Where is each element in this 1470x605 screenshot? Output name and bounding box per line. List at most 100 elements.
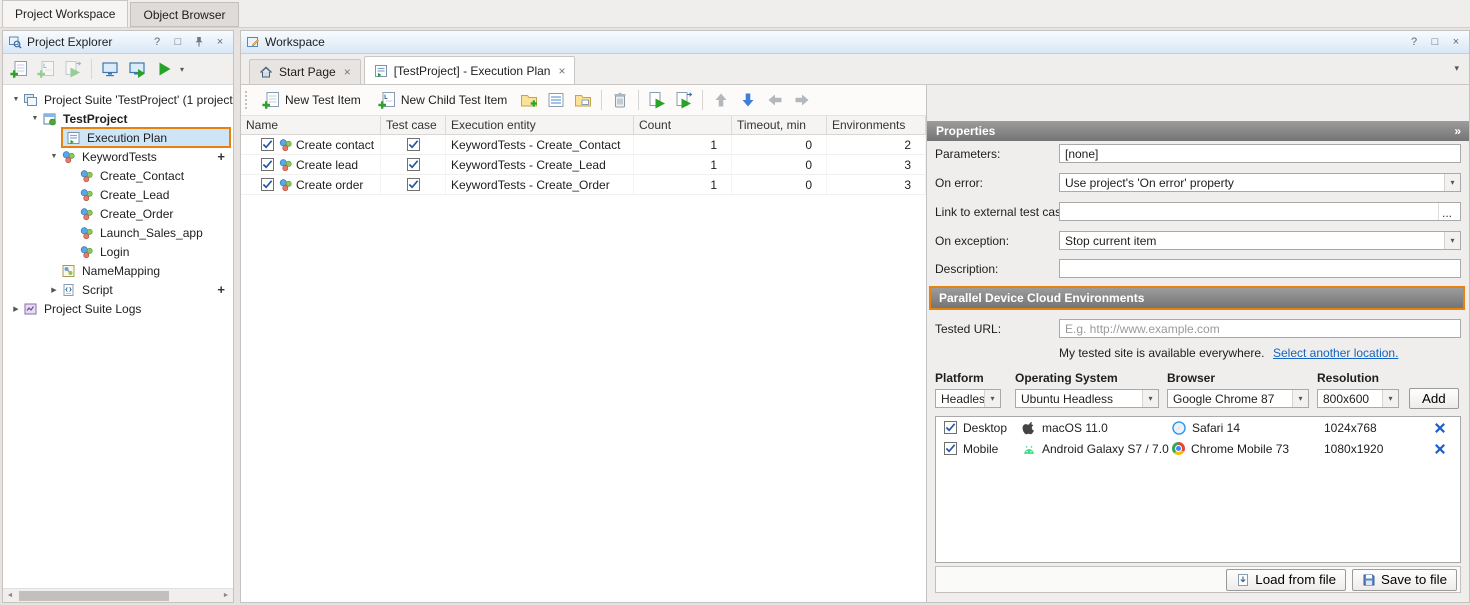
test-item-row[interactable]: Create lead KeywordTests - Create_Lead 1…	[241, 155, 926, 175]
select-location-link[interactable]: Select another location.	[1273, 346, 1398, 360]
enabled-checkbox[interactable]	[261, 178, 274, 191]
close-tab-icon[interactable]: ×	[344, 65, 351, 79]
tree-item-launch-sales-app[interactable]: Launch_Sales_app	[3, 223, 233, 242]
add-existing-item-icon[interactable]	[35, 58, 57, 80]
run-project-icon[interactable]	[153, 58, 175, 80]
run-project-suite-icon[interactable]	[126, 58, 148, 80]
test-item-row[interactable]: Create contact KeywordTests - Create_Con…	[241, 135, 926, 155]
on-error-dropdown[interactable]: Use project's 'On error' property ▾	[1059, 173, 1461, 192]
environment-row[interactable]: Desktop macOS 11.0 Safari 14 1024x768	[936, 417, 1460, 438]
column-header-timeout[interactable]: Timeout, min	[732, 116, 827, 134]
tree-item-execution-plan[interactable]: Execution Plan	[3, 128, 233, 147]
add-keyword-test-button[interactable]: +	[217, 150, 225, 163]
browser-dropdown[interactable]: Google Chrome 87 ▾	[1167, 389, 1309, 408]
chevron-down-icon[interactable]: ▾	[1142, 390, 1158, 407]
tree-item-testproject[interactable]: ▼ TestProject	[3, 109, 233, 128]
horizontal-scrollbar[interactable]: ◄ ►	[3, 588, 233, 602]
column-header-test-case[interactable]: Test case	[381, 116, 446, 134]
os-dropdown[interactable]: Ubuntu Headless ▾	[1015, 389, 1159, 408]
tree-item-script[interactable]: ▶ Script +	[3, 280, 233, 299]
run-from-selected-icon[interactable]	[673, 89, 695, 111]
tab-project-workspace[interactable]: Project Workspace	[2, 0, 128, 27]
column-header-count[interactable]: Count	[634, 116, 732, 134]
tested-url-input[interactable]	[1059, 319, 1461, 338]
test-case-checkbox[interactable]	[407, 158, 420, 171]
add-new-item-icon[interactable]	[8, 58, 30, 80]
description-field[interactable]	[1059, 259, 1461, 278]
help-icon[interactable]: ?	[1406, 34, 1422, 50]
tree-item-create-contact[interactable]: Create_Contact	[3, 166, 233, 185]
tab-object-browser[interactable]: Object Browser	[130, 2, 238, 27]
environments-cell[interactable]: 3	[827, 175, 926, 194]
add-script-unit-button[interactable]: +	[217, 283, 225, 296]
tree-item-create-lead[interactable]: Create_Lead	[3, 185, 233, 204]
tree-item-project-suite[interactable]: ▼ Project Suite 'TestProject' (1 project…	[3, 90, 233, 109]
parameters-field[interactable]: [none]	[1059, 144, 1461, 163]
new-child-test-item-button[interactable]: New Child Test Item	[372, 88, 513, 112]
export-item-icon[interactable]	[62, 58, 84, 80]
pin-icon[interactable]	[191, 34, 207, 50]
new-test-item-button[interactable]: New Test Item	[256, 88, 367, 112]
load-from-file-button[interactable]: Load from file	[1226, 569, 1346, 591]
remove-environment-button[interactable]	[1434, 422, 1460, 434]
enabled-checkbox[interactable]	[261, 158, 274, 171]
scroll-right-icon[interactable]: ►	[219, 592, 233, 599]
environment-row[interactable]: Mobile Android Galaxy S7 / 7.0 Chrome Mo…	[936, 438, 1460, 459]
expander-icon[interactable]: ▶	[9, 305, 23, 313]
run-selected-icon[interactable]	[646, 89, 668, 111]
properties-header[interactable]: Properties »	[927, 121, 1469, 141]
move-down-icon[interactable]	[737, 89, 759, 111]
environments-cell[interactable]: 3	[827, 155, 926, 174]
browse-button[interactable]: ...	[1438, 203, 1455, 220]
move-left-icon[interactable]	[764, 89, 786, 111]
expander-icon[interactable]: ▼	[28, 115, 42, 122]
timeout-cell[interactable]: 0	[732, 155, 827, 174]
tree-item-project-suite-logs[interactable]: ▶ Project Suite Logs	[3, 299, 233, 318]
float-icon[interactable]: □	[170, 34, 186, 50]
object-browser-icon[interactable]	[99, 58, 121, 80]
toolbar-grip[interactable]	[245, 91, 249, 109]
add-folder-icon[interactable]	[572, 89, 594, 111]
column-header-environments[interactable]: Environments	[827, 116, 926, 134]
environment-checkbox[interactable]	[944, 421, 957, 434]
test-item-row[interactable]: Create order KeywordTests - Create_Order…	[241, 175, 926, 195]
chevron-down-icon[interactable]: ▾	[1444, 174, 1460, 191]
move-up-icon[interactable]	[710, 89, 732, 111]
expander-icon[interactable]: ▶	[47, 286, 61, 294]
close-icon[interactable]: ×	[1448, 34, 1464, 50]
expander-icon[interactable]: ▼	[9, 96, 23, 103]
details-view-icon[interactable]	[545, 89, 567, 111]
timeout-cell[interactable]: 0	[732, 135, 827, 154]
test-case-checkbox[interactable]	[407, 178, 420, 191]
scrollbar-thumb[interactable]	[19, 591, 169, 601]
run-options-dropdown-icon[interactable]: ▾	[180, 65, 184, 74]
execution-entity-cell[interactable]: KeywordTests - Create_Order	[446, 175, 634, 194]
chevron-down-icon[interactable]: ▾	[1444, 232, 1460, 249]
chevron-down-icon[interactable]: ▾	[1382, 390, 1398, 407]
on-exception-dropdown[interactable]: Stop current item ▾	[1059, 231, 1461, 250]
enabled-checkbox[interactable]	[261, 138, 274, 151]
tab-start-page[interactable]: Start Page ×	[249, 59, 361, 84]
save-to-file-button[interactable]: Save to file	[1352, 569, 1457, 591]
scroll-left-icon[interactable]: ◄	[3, 592, 17, 599]
remove-environment-button[interactable]	[1434, 443, 1460, 455]
add-environment-button[interactable]: Add	[1409, 388, 1459, 409]
test-case-checkbox[interactable]	[407, 138, 420, 151]
platform-dropdown[interactable]: Headless ▾	[935, 389, 1001, 408]
help-icon[interactable]: ?	[149, 34, 165, 50]
tree-item-login[interactable]: Login	[3, 242, 233, 261]
expander-icon[interactable]: ▼	[47, 153, 61, 160]
count-cell[interactable]: 1	[634, 135, 732, 154]
environment-checkbox[interactable]	[944, 442, 957, 455]
chevron-down-icon[interactable]: ▾	[1292, 390, 1308, 407]
column-header-execution-entity[interactable]: Execution entity	[446, 116, 634, 134]
count-cell[interactable]: 1	[634, 155, 732, 174]
external-test-case-field[interactable]: ...	[1059, 202, 1461, 221]
collapse-panel-icon[interactable]: »	[1454, 124, 1460, 138]
chevron-down-icon[interactable]: ▾	[984, 390, 1000, 407]
delete-item-icon[interactable]	[609, 89, 631, 111]
tree-item-keywordtests[interactable]: ▼ KeywordTests +	[3, 147, 233, 166]
column-header-name[interactable]: Name	[241, 116, 381, 134]
execution-entity-cell[interactable]: KeywordTests - Create_Contact	[446, 135, 634, 154]
execution-entity-cell[interactable]: KeywordTests - Create_Lead	[446, 155, 634, 174]
